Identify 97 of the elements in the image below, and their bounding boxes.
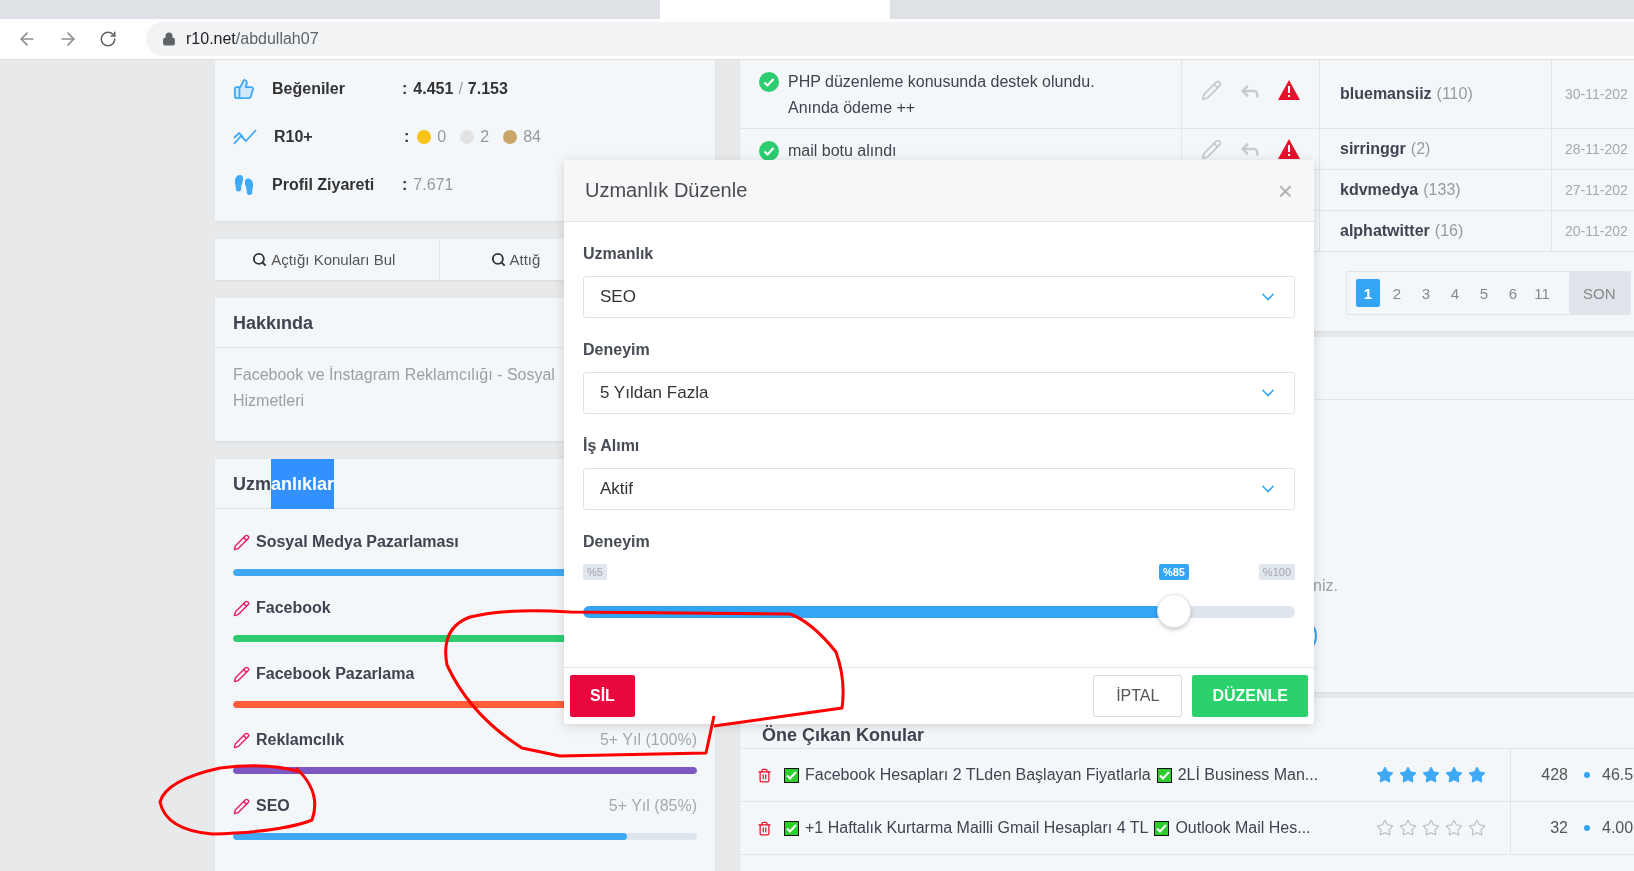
slider-track[interactable] [583, 594, 1295, 630]
feedback-date: 20-11-202 [1564, 222, 1629, 241]
trash-icon[interactable] [757, 767, 772, 783]
user-count: (16) [1434, 222, 1464, 240]
feedback-message: PHP düzenleme konusunda destek olundu. Anında ödeme ++ [788, 72, 1095, 118]
star-icon [1445, 819, 1463, 837]
warning-icon[interactable] [1278, 80, 1300, 100]
star-icon [1422, 819, 1440, 837]
stat-separator: : [402, 80, 408, 98]
slider-value-label: %85 [1158, 564, 1189, 580]
about-text: Facebook ve İnstagram Reklamcılığı - Sosyal Hizmetleri [233, 365, 555, 411]
field-label: İş Alımı [583, 437, 640, 455]
star-icon [1376, 819, 1394, 837]
pencil-icon[interactable] [233, 731, 250, 749]
section-title: Öne Çıkan Konular [762, 725, 925, 746]
field-label: Deneyim [583, 341, 650, 359]
pencil-icon[interactable] [233, 599, 250, 617]
stat-divider: / [458, 80, 463, 98]
dialog-title: Uzmanlık Düzenle [585, 179, 748, 202]
topic-score: 46.5 [1602, 766, 1634, 784]
topic-score: 4.00 [1602, 819, 1634, 837]
pencil-icon[interactable] [233, 797, 250, 815]
star-icon [1399, 819, 1417, 837]
url-text: r10.net/abdullah07 [186, 30, 319, 48]
medal-count: 84 [523, 128, 541, 146]
star-icon [1399, 766, 1417, 784]
checkbox-icon [784, 820, 799, 836]
feedback-date: 27-11-202 [1564, 181, 1629, 200]
user-count: (2) [1410, 140, 1431, 158]
skill-name: Facebook [256, 599, 331, 617]
pencil-icon[interactable] [233, 533, 250, 551]
search-icon [252, 252, 268, 267]
feedback-message: mail botu alındı [788, 141, 897, 161]
topic-title[interactable]: Facebook Hesapları 2 TLden Başlayan Fiyatlarla [805, 766, 1151, 784]
stat-label: R10+ [274, 128, 314, 146]
stat-separator: : [404, 128, 410, 146]
topic-count: 428 [1540, 766, 1568, 784]
lock-icon [162, 32, 176, 46]
footprints-icon [233, 174, 255, 196]
star-icon [1468, 766, 1486, 784]
star-icon [1445, 766, 1463, 784]
user-name[interactable]: bluemansiiz [1340, 85, 1432, 103]
slider-min-label: %5 [583, 564, 607, 580]
checkbox-icon [1154, 820, 1170, 836]
reload-icon[interactable] [99, 30, 117, 48]
select-field[interactable]: 5 Yıldan Fazla [583, 372, 1295, 414]
stat-label: Profil Ziyareti [272, 176, 376, 194]
delete-button[interactable]: SİL [570, 675, 635, 717]
topic-title[interactable]: Outlook Mail Hes... [1175, 819, 1311, 837]
trash-icon[interactable] [757, 820, 772, 836]
field-label: Uzmanlık [583, 245, 654, 263]
topic-count: 32 [1549, 819, 1568, 837]
stat-label: Beğeniler [272, 80, 346, 98]
user-name[interactable]: kdvmedya [1340, 181, 1419, 199]
select-field[interactable]: Aktif [583, 468, 1295, 510]
address-bar[interactable]: r10.net/abdullah07 [146, 22, 1634, 56]
thumbs-up-icon [233, 78, 255, 100]
medal-count: 2 [480, 128, 490, 146]
topic-title[interactable]: 2Lİ Business Man... [1177, 766, 1319, 784]
star-icon [1376, 766, 1394, 784]
skill-name: Sosyal Medya Pazarlaması [256, 533, 459, 551]
trend-line-icon [233, 127, 257, 147]
skill-name: SEO [256, 797, 290, 815]
field-label: Deneyim [583, 533, 650, 551]
stat-value: 4.451 [413, 80, 454, 98]
pencil-icon[interactable] [233, 665, 250, 683]
feedback-date: 28-11-202 [1564, 140, 1629, 159]
section-title: Hakkında [233, 311, 314, 335]
star-icon [1422, 766, 1440, 784]
slider-thumb[interactable] [1156, 594, 1191, 628]
bullet-dot [1584, 772, 1590, 778]
checkbox-icon [1156, 767, 1172, 783]
stat-separator: : [402, 176, 408, 194]
skill-detail: 5+ Yıl (85%) [608, 797, 697, 815]
medal-count: 0 [437, 128, 447, 146]
skill-detail: 5+ Yıl (100%) [599, 731, 697, 749]
checkbox-icon [784, 767, 799, 783]
user-name[interactable]: alphatwitter [1340, 222, 1430, 240]
skill-name: Facebook Pazarlama [256, 665, 415, 683]
stat-value: 7.671 [413, 176, 454, 194]
user-count: (133) [1423, 181, 1461, 199]
info-text: niz. [1313, 577, 1339, 595]
cancel-button[interactable]: İPTAL [1093, 675, 1183, 717]
select-field[interactable]: SEO [583, 276, 1295, 318]
star-icon [1468, 819, 1486, 837]
user-count: (110) [1436, 85, 1473, 103]
skill-name: Reklamcılık [256, 731, 345, 749]
stat-total: 7.153 [467, 80, 508, 98]
check-circle-icon [759, 72, 779, 92]
bullet-dot [1584, 825, 1590, 831]
slider-max-label: %100 [1258, 564, 1295, 580]
search-icon [490, 252, 506, 267]
search-topics-button[interactable]: Açtığı Konuları Bul [215, 239, 440, 280]
topic-title[interactable]: +1 Haftalık Kurtarma Mailli Gmail Hesapları 4 TL [805, 819, 1149, 837]
warning-icon[interactable] [1278, 139, 1300, 159]
user-name[interactable]: sirringgr [1340, 140, 1406, 158]
feedback-date: 30-11-202 [1564, 85, 1629, 104]
